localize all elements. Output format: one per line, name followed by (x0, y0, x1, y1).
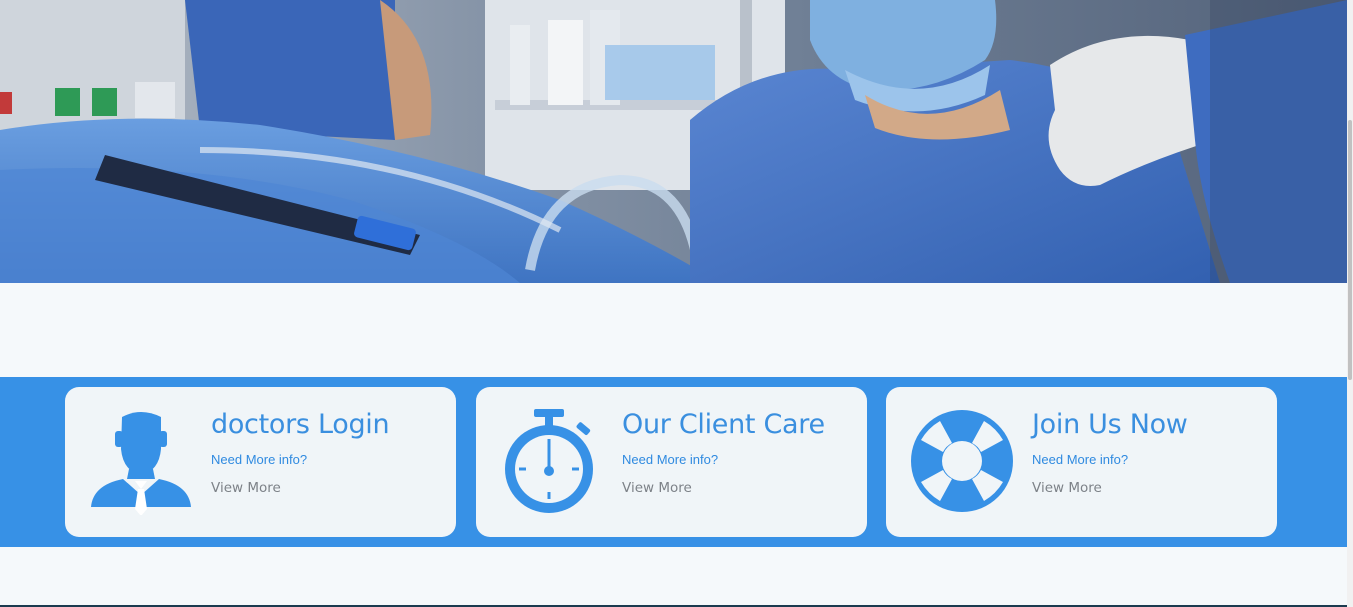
surgery-photo-icon (0, 0, 1347, 283)
lifebuoy-icon (910, 409, 1014, 515)
feature-card-join-us[interactable]: Join Us Now Need More info? View More (886, 387, 1277, 537)
card-subtitle: Need More info? (1032, 452, 1129, 467)
view-more-link[interactable]: View More (211, 480, 281, 496)
scrollbar-thumb[interactable] (1348, 120, 1352, 380)
feature-card-client-care[interactable]: Our Client Care Need More info? View Mor… (476, 387, 867, 537)
feature-card-doctors-login[interactable]: doctors Login Need More info? View More (65, 387, 456, 537)
card-subtitle: Need More info? (211, 452, 308, 467)
view-more-link[interactable]: View More (622, 480, 692, 496)
card-subtitle: Need More info? (622, 452, 719, 467)
stopwatch-icon (500, 409, 604, 515)
card-title: doctors Login (211, 409, 390, 440)
doctor-icon (89, 409, 193, 516)
vertical-scrollbar[interactable] (1347, 0, 1353, 607)
hero-banner-image (0, 0, 1347, 283)
card-title: Join Us Now (1032, 409, 1188, 440)
view-more-link[interactable]: View More (1032, 480, 1102, 496)
card-title: Our Client Care (622, 409, 825, 440)
feature-band: doctors Login Need More info? View More … (0, 377, 1347, 547)
